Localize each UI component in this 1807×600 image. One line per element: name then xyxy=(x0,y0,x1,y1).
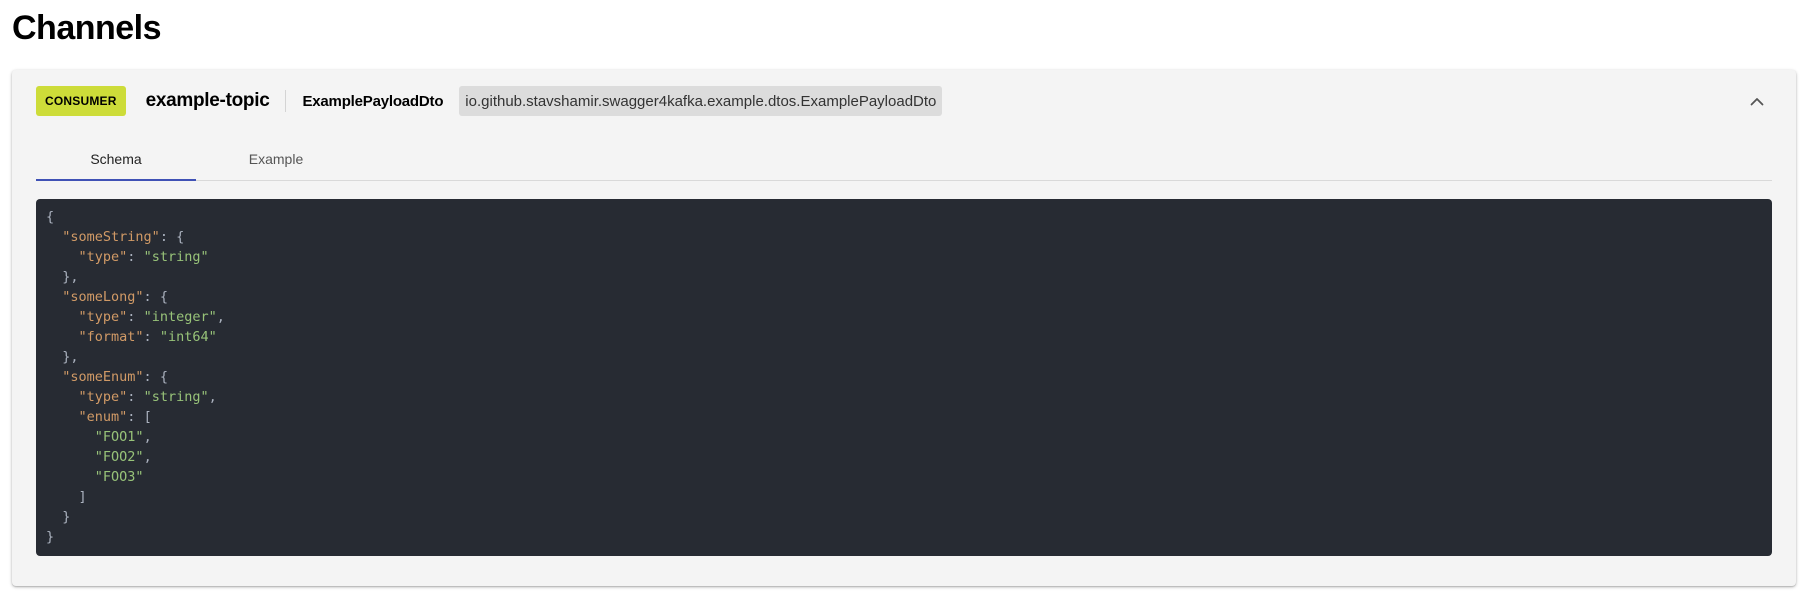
channel-header[interactable]: CONSUMER example-topic ExamplePayloadDto… xyxy=(36,86,1772,116)
code-line: "enum": [ xyxy=(78,409,152,425)
code-line: }, xyxy=(46,349,79,365)
code-key: "type" xyxy=(78,389,128,405)
code-string: "FOO3" xyxy=(94,469,144,485)
code-line: "type": "string", xyxy=(78,389,217,405)
code-line: } xyxy=(46,509,71,525)
page-title: Channels xyxy=(12,9,162,47)
code-string: "integer" xyxy=(143,309,217,325)
payload-tabs: Schema Example xyxy=(36,138,1772,181)
code-line: }, xyxy=(46,269,79,285)
header-divider xyxy=(285,90,287,112)
code-line: "type": "string" xyxy=(78,249,209,265)
code-key: "type" xyxy=(78,249,128,265)
code-string: "FOO2" xyxy=(94,449,144,465)
code-key: "type" xyxy=(78,309,128,325)
payload-class-name: io.github.stavshamir.swagger4kafka.examp… xyxy=(459,86,943,116)
code-line: "type": "integer", xyxy=(78,309,225,325)
code-line: "FOO3" xyxy=(46,467,1762,487)
channel-panel: CONSUMER example-topic ExamplePayloadDto… xyxy=(12,70,1796,586)
topic-name: example-topic xyxy=(145,90,270,111)
code-key: "format" xyxy=(78,329,144,345)
code-line: "someLong": { xyxy=(62,289,168,305)
code-string: "string" xyxy=(143,249,209,265)
code-line: "FOO1", xyxy=(94,429,152,445)
code-line: } xyxy=(46,529,55,545)
code-line: "someEnum": { xyxy=(62,369,168,385)
code-string: "string" xyxy=(143,389,209,405)
active-tab-indicator xyxy=(36,179,196,181)
code-key: "someString" xyxy=(62,229,160,245)
collapse-button[interactable] xyxy=(1742,86,1772,116)
tab-example[interactable]: Example xyxy=(196,138,356,180)
page: Channels CONSUMER example-topic ExampleP… xyxy=(0,0,1807,600)
code-key: "someEnum" xyxy=(62,369,144,385)
code-key: "enum" xyxy=(78,409,128,425)
code-line: "format": "int64" xyxy=(78,329,217,345)
chevron-up-icon xyxy=(1750,97,1764,105)
schema-code-block[interactable]: { "someString": { "type": "string" }, "s… xyxy=(36,199,1772,556)
payload-name: ExamplePayloadDto xyxy=(302,92,444,110)
code-line: "someString": { xyxy=(62,229,185,245)
code-line: { xyxy=(46,209,55,225)
code-line: ] xyxy=(46,489,87,505)
code-key: "someLong" xyxy=(62,289,144,305)
code-string: "int64" xyxy=(159,329,217,345)
code-string: "FOO1" xyxy=(94,429,144,445)
code-line: "FOO2", xyxy=(94,449,152,465)
operation-badge: CONSUMER xyxy=(36,86,126,116)
tab-schema[interactable]: Schema xyxy=(36,138,196,180)
